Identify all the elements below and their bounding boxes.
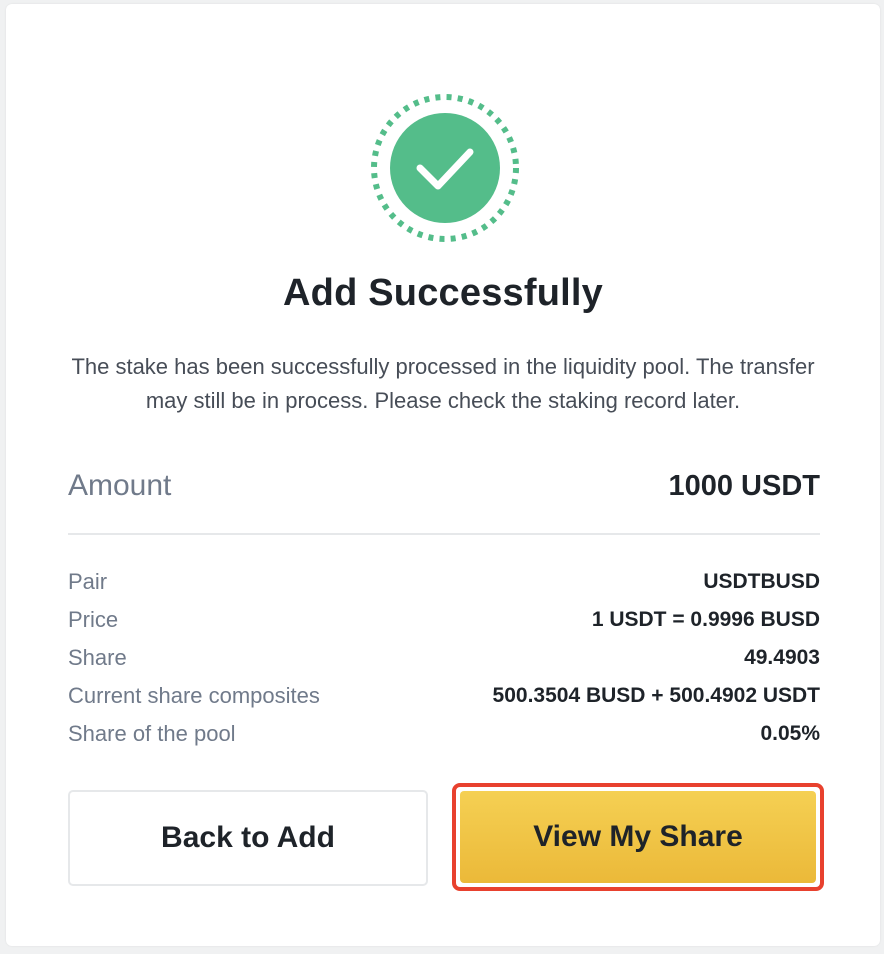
amount-value: 1000 USDT — [668, 469, 820, 502]
detail-value: USDTBUSD — [703, 570, 820, 593]
divider — [68, 533, 820, 535]
detail-row-pool-share: Share of the pool 0.05% — [68, 715, 820, 753]
detail-row-composites: Current share composites 500.3504 BUSD +… — [68, 677, 820, 715]
detail-label: Price — [68, 607, 119, 632]
detail-value: 49.4903 — [744, 646, 820, 669]
details-list: Pair USDTBUSD Price 1 USDT = 0.9996 BUSD… — [68, 563, 820, 753]
detail-value: 0.05% — [760, 722, 820, 745]
detail-row-price: Price 1 USDT = 0.9996 BUSD — [68, 601, 820, 639]
status-description: The stake has been successfully processe… — [71, 354, 815, 413]
detail-value: 1 USDT = 0.9996 BUSD — [591, 608, 820, 631]
detail-value: 500.3504 BUSD + 500.4902 USDT — [492, 684, 820, 707]
success-card: Add Successfully The stake has been succ… — [6, 4, 880, 946]
amount-label: Amount — [68, 469, 172, 502]
view-my-share-button[interactable]: View My Share — [460, 791, 816, 883]
detail-label: Share of the pool — [68, 721, 236, 746]
back-to-add-button[interactable]: Back to Add — [68, 790, 428, 886]
detail-label: Share — [68, 645, 127, 670]
check-circle-icon — [370, 93, 520, 243]
page-title: Add Successfully — [283, 272, 603, 314]
detail-row-pair: Pair USDTBUSD — [68, 563, 820, 601]
detail-label: Current share composites — [68, 683, 320, 708]
amount-row: Amount 1000 USDT — [68, 462, 820, 510]
detail-row-share: Share 49.4903 — [68, 639, 820, 677]
detail-label: Pair — [68, 569, 108, 594]
